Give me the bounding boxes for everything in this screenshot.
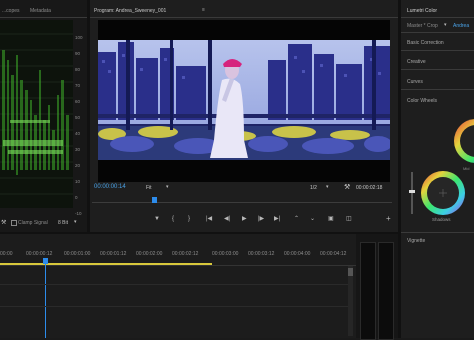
clamp-signal-label: Clamp Signal: [18, 220, 48, 226]
scale-label: 100: [75, 35, 83, 40]
duration-timecode: 00:00:02:18: [356, 185, 383, 191]
program-monitor-title[interactable]: Program: Andrea_Sweeney_001: [94, 8, 166, 14]
waveform-scale: 100 90 80 70 60 50 40 30 20 10 0 -10: [75, 30, 87, 222]
ruler-time-label: 00:00:01:12: [100, 251, 127, 257]
ruler-time-label: 00:00:04:00: [284, 251, 311, 257]
audio-meters: [356, 234, 398, 340]
scale-label: 70: [75, 83, 81, 88]
timeline-ruler[interactable]: 00:00 00:00:00:12 00:00:01:00 00:00:01:1…: [0, 246, 356, 262]
ruler-time-label: 00:00:03:00: [212, 251, 239, 257]
section-creative[interactable]: Creative: [407, 59, 426, 65]
scale-label: 40: [75, 131, 81, 136]
shadows-color-wheel[interactable]: [420, 170, 466, 216]
midtones-color-wheel[interactable]: [453, 118, 474, 164]
resolution-select[interactable]: 1/2: [310, 185, 317, 191]
marker-icon[interactable]: ▼: [154, 216, 160, 222]
audio-meter-left: [360, 242, 376, 340]
wrench-icon[interactable]: ⚒: [344, 183, 350, 191]
go-to-in-icon[interactable]: |◀: [206, 216, 212, 222]
playhead-marker[interactable]: [152, 197, 157, 203]
ruler-time-label: 00:00:02:00: [136, 251, 163, 257]
shadows-slider-handle[interactable]: [409, 190, 415, 193]
go-to-out-icon[interactable]: ▶|: [274, 216, 280, 222]
bit-depth-select[interactable]: 8 Bit: [58, 220, 68, 226]
ruler-time-label: 00:00:01:00: [64, 251, 91, 257]
lift-icon[interactable]: ⌃: [294, 216, 299, 222]
ruler-time-label: 00:00:00:12: [26, 251, 53, 257]
shadows-slider[interactable]: [411, 172, 413, 214]
ruler-time-label: 00:00:04:12: [320, 251, 347, 257]
clip-select[interactable]: Andrea: [453, 23, 469, 29]
section-color-wheels[interactable]: Color Wheels: [407, 98, 437, 104]
scale-label: 90: [75, 51, 81, 56]
scale-label: 50: [75, 115, 81, 120]
comparison-view-icon[interactable]: ◫: [346, 216, 352, 222]
fit-select[interactable]: Fit: [146, 185, 152, 191]
play-icon[interactable]: ▶: [242, 216, 247, 222]
scale-label: 80: [75, 67, 81, 72]
ruler-time-label: 00:00:02:12: [172, 251, 199, 257]
export-frame-icon[interactable]: ▣: [328, 216, 334, 222]
master-clip-select[interactable]: Master * Crop: [407, 23, 438, 29]
program-monitor: Program: Andrea_Sweeney_001 ≡ 00:00:00:1…: [90, 0, 398, 232]
mark-out-icon[interactable]: }: [188, 216, 190, 222]
scale-label: 20: [75, 163, 81, 168]
video-frame: [98, 40, 390, 160]
scrub-bar[interactable]: [90, 196, 398, 206]
scale-label: 30: [75, 147, 81, 152]
section-basic-correction[interactable]: Basic Correction: [407, 40, 444, 46]
step-forward-icon[interactable]: |▶: [258, 216, 264, 222]
lumetri-color-panel: Lumetri Color Master * Crop ▾ Andrea Bas…: [401, 0, 474, 338]
chevron-down-icon[interactable]: ▾: [326, 184, 329, 190]
audio-meter-right: [378, 242, 394, 340]
shadows-label: Shadows: [432, 217, 451, 222]
section-vignette[interactable]: Vignette: [407, 238, 425, 244]
add-button-icon[interactable]: +: [386, 215, 391, 223]
section-curves[interactable]: Curves: [407, 79, 423, 85]
timeline-playhead-line[interactable]: [45, 264, 46, 338]
scale-label: 10: [75, 179, 81, 184]
ruler-time-label: 00:00:03:12: [248, 251, 275, 257]
video-viewport[interactable]: [98, 20, 390, 182]
tab-metadata[interactable]: Metadata: [30, 8, 51, 14]
timeline-panel: 00:00 00:00:00:12 00:00:01:00 00:00:01:1…: [0, 234, 356, 338]
timeline-vertical-scrollbar[interactable]: [348, 266, 353, 336]
timeline-scrollbar-thumb[interactable]: [348, 268, 353, 276]
current-timecode[interactable]: 00:00:00:14: [94, 184, 126, 190]
chevron-down-icon[interactable]: ▾: [166, 184, 169, 190]
wrench-icon[interactable]: ⚒: [1, 219, 6, 226]
scale-label: 60: [75, 99, 81, 104]
ruler-time-label: 00:00: [0, 251, 13, 257]
mark-in-icon[interactable]: {: [172, 216, 174, 222]
luma-waveform: [0, 20, 73, 208]
chevron-down-icon[interactable]: ▾: [444, 22, 447, 28]
chevron-down-icon[interactable]: ▾: [74, 219, 77, 225]
scale-label: 0: [75, 195, 78, 200]
tab-scopes[interactable]: ...copes: [2, 8, 20, 14]
step-back-icon[interactable]: ◀|: [224, 216, 230, 222]
extract-icon[interactable]: ⌄: [310, 216, 315, 222]
lumetri-title[interactable]: Lumetri Color: [407, 8, 437, 14]
scopes-panel: ...copes Metadata 100 90 80 70 60 50 40 …: [0, 0, 87, 232]
clamp-signal-checkbox[interactable]: [11, 220, 17, 226]
menu-icon[interactable]: ≡: [202, 7, 205, 13]
